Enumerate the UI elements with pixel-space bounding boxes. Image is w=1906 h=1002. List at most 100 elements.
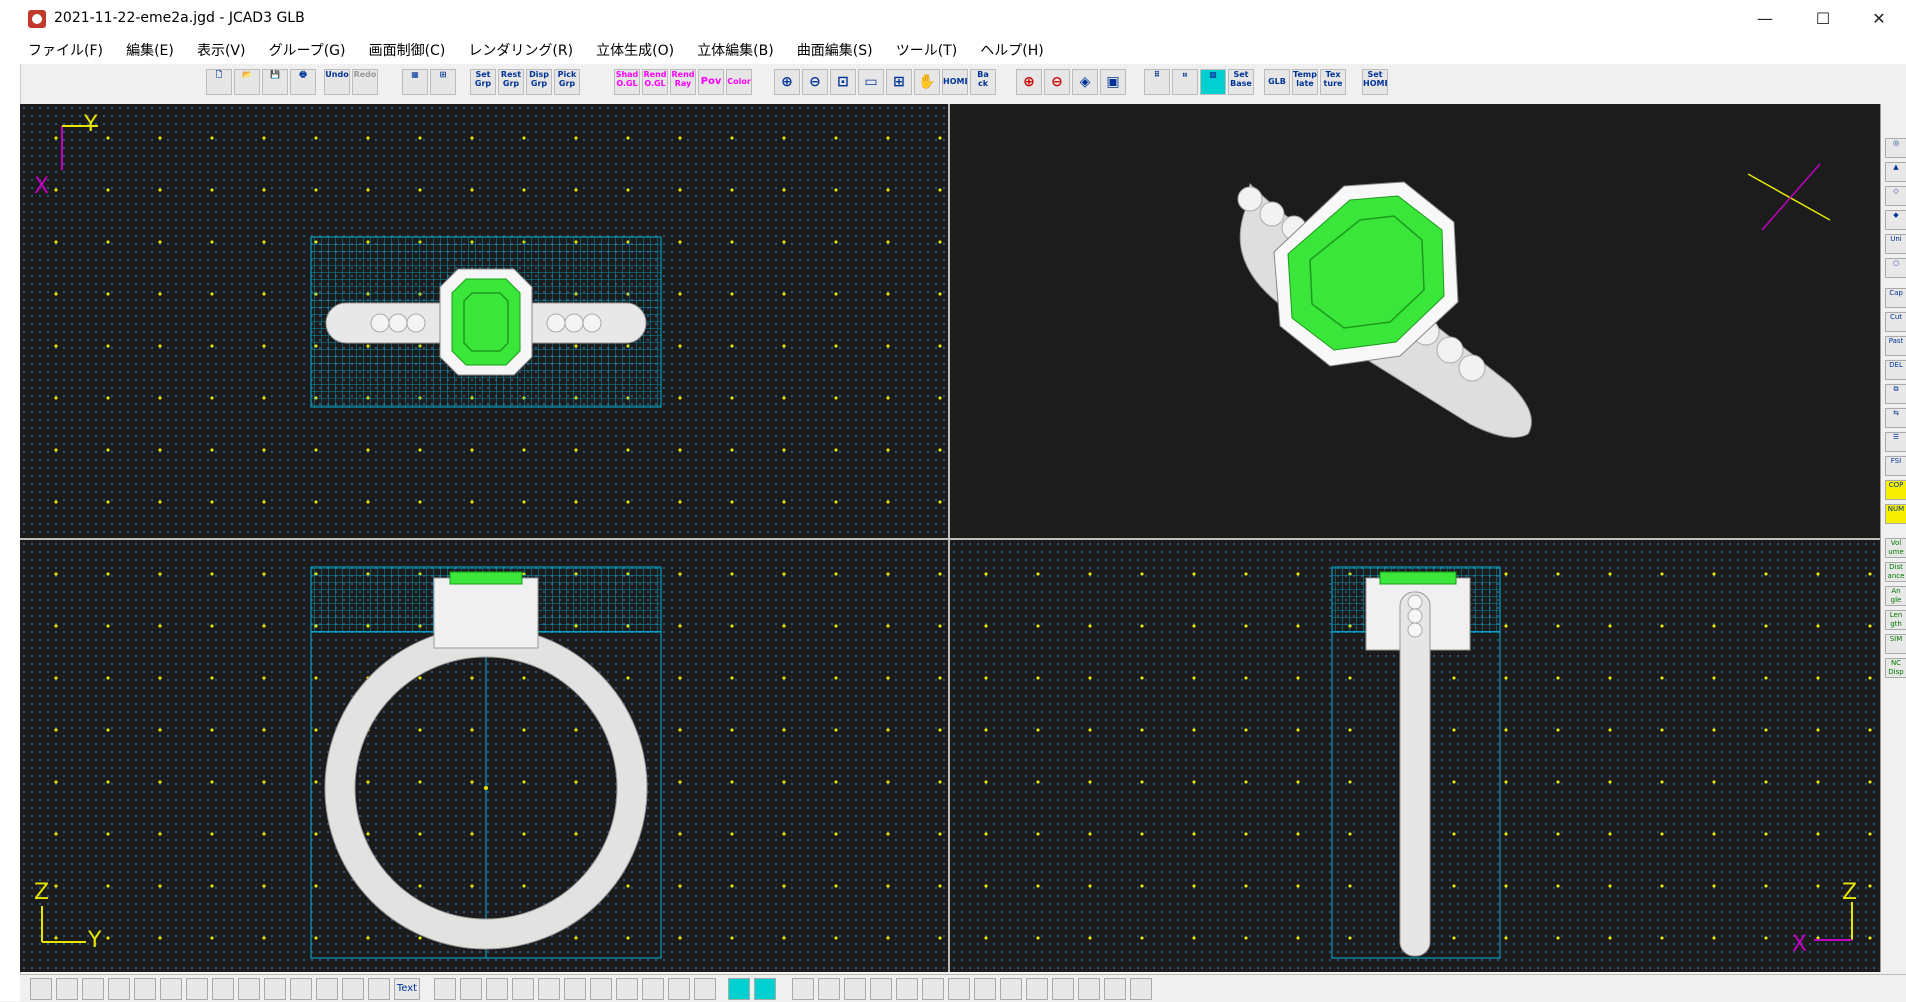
bb-loft-icon[interactable]	[538, 978, 560, 1000]
print-icon[interactable]: 🖶	[290, 69, 316, 95]
minimize-button[interactable]: —	[1742, 4, 1788, 34]
rb-num-button[interactable]: NUM	[1885, 504, 1906, 524]
menu-screen-control[interactable]: 画面制御(C)	[361, 38, 456, 64]
undo-button[interactable]: Undo	[324, 69, 350, 95]
rb-union-button[interactable]: Uni	[1885, 234, 1906, 254]
viewport-side[interactable]: Z X	[950, 540, 1880, 972]
bb-rect-create-icon[interactable]	[342, 978, 364, 1000]
rb-capture-button[interactable]: Cap	[1885, 288, 1906, 308]
bb-spline-icon[interactable]	[82, 978, 104, 1000]
bb-measure-icon[interactable]	[1104, 978, 1126, 1000]
menu-help[interactable]: ヘルプ(H)	[972, 38, 1053, 64]
bb-polyline-icon[interactable]	[186, 978, 208, 1000]
rb-angle-button[interactable]: An gle	[1885, 586, 1906, 606]
render-ogl-button[interactable]: Rend O.GL	[642, 69, 668, 95]
rb-cut-button[interactable]: Cut	[1885, 312, 1906, 332]
rb-length-button[interactable]: Len gth	[1885, 610, 1906, 630]
rb-render-icon[interactable]: ◎	[1885, 138, 1906, 158]
bb-stone-row-icon[interactable]	[1052, 978, 1074, 1000]
open-folder-icon[interactable]: 📂	[234, 69, 260, 95]
menu-tools[interactable]: ツール(T)	[888, 38, 967, 64]
rb-diamond-icon[interactable]: ◇	[1885, 186, 1906, 206]
menu-edit[interactable]: 編集(E)	[118, 38, 184, 64]
pov-button[interactable]: Pov	[698, 69, 724, 95]
menu-group[interactable]: グループ(G)	[261, 38, 356, 64]
bb-extrude-icon[interactable]	[460, 978, 482, 1000]
back-view-button[interactable]: Ba ck	[970, 69, 996, 95]
bb-profile-icon[interactable]	[948, 978, 970, 1000]
bb-band-icon[interactable]	[974, 978, 996, 1000]
new-file-icon[interactable]: 🗋	[206, 69, 232, 95]
bb-offset-icon[interactable]	[238, 978, 260, 1000]
viewport-top[interactable]: Y X	[20, 104, 948, 538]
bb-sweep-icon[interactable]	[512, 978, 534, 1000]
bb-dimension-icon[interactable]	[368, 978, 390, 1000]
rb-fsi-button[interactable]: FSI	[1885, 456, 1906, 476]
bb-bezel-icon[interactable]	[870, 978, 892, 1000]
bb-triangle-icon[interactable]	[212, 978, 234, 1000]
close-button[interactable]: ✕	[1856, 4, 1902, 34]
zoom-out-red-icon[interactable]: ⊖	[1044, 69, 1070, 95]
grid-snap-icon[interactable]: ⠶	[1172, 69, 1198, 95]
pan-hand-icon[interactable]: ✋	[914, 69, 940, 95]
texture-button[interactable]: Tex ture	[1320, 69, 1346, 95]
rb-delete-button[interactable]: DEL	[1885, 360, 1906, 380]
bb-ring-size-icon[interactable]	[1130, 978, 1152, 1000]
bb-split-icon[interactable]	[642, 978, 664, 1000]
bb-gem-setting-icon[interactable]	[792, 978, 814, 1000]
rb-gem-icon[interactable]: ◆	[1885, 210, 1906, 230]
viewport-splitter-vertical[interactable]	[948, 104, 950, 972]
zoom-area-icon[interactable]: ⊞	[886, 69, 912, 95]
bb-circle-icon[interactable]	[108, 978, 130, 1000]
menu-file[interactable]: ファイル(F)	[20, 38, 113, 64]
save-icon[interactable]: 💾	[262, 69, 288, 95]
viewport-perspective[interactable]	[950, 104, 1880, 538]
grid-split-icon[interactable]: ⊞	[430, 69, 456, 95]
frame-icon[interactable]: ▣	[1100, 69, 1126, 95]
menu-view[interactable]: 表示(V)	[189, 38, 256, 64]
bb-trim-icon[interactable]	[264, 978, 286, 1000]
bb-array-icon[interactable]	[616, 978, 638, 1000]
bb-shank-icon[interactable]	[922, 978, 944, 1000]
reset-group-button[interactable]: Rest Grp	[498, 69, 524, 95]
bb-wave-icon[interactable]	[290, 978, 312, 1000]
rb-solid-icon[interactable]: ▲	[1885, 162, 1906, 182]
home-view-button[interactable]: HOME	[942, 69, 968, 95]
bb-gallery-icon[interactable]	[896, 978, 918, 1000]
bb-channel-icon[interactable]	[844, 978, 866, 1000]
bb-blend-icon[interactable]	[668, 978, 690, 1000]
rb-cop-button[interactable]: COP	[1885, 480, 1906, 500]
zoom-out-icon[interactable]: ⊖	[802, 69, 828, 95]
grid-table-icon[interactable]: ▦	[402, 69, 428, 95]
maximize-button[interactable]: ☐	[1800, 4, 1846, 34]
template-button[interactable]: Temp late	[1292, 69, 1318, 95]
rb-paste-button[interactable]: Past	[1885, 336, 1906, 356]
bb-line-icon[interactable]	[160, 978, 182, 1000]
rb-sim-button[interactable]: SIM	[1885, 634, 1906, 654]
rb-ring-icon[interactable]: ○	[1885, 258, 1906, 278]
rb-align-icon[interactable]: ☰	[1885, 432, 1906, 452]
bb-bridge-icon[interactable]	[694, 978, 716, 1000]
bb-rect-icon[interactable]	[134, 978, 156, 1000]
render-ray-button[interactable]: Rend Ray	[670, 69, 696, 95]
pick-group-button[interactable]: Pick Grp	[554, 69, 580, 95]
bb-fillet-icon[interactable]	[590, 978, 612, 1000]
bb-dots-icon[interactable]	[1026, 978, 1048, 1000]
bb-revolve-icon[interactable]	[486, 978, 508, 1000]
rb-distance-button[interactable]: Dist ance	[1885, 562, 1906, 582]
set-home-button[interactable]: Set HOME	[1362, 69, 1388, 95]
perspective-icon[interactable]: ◈	[1072, 69, 1098, 95]
bb-arc-icon[interactable]	[56, 978, 78, 1000]
glb-button[interactable]: GLB	[1264, 69, 1290, 95]
zoom-in-red-icon[interactable]: ⊕	[1016, 69, 1042, 95]
zoom-in-icon[interactable]: ⊕	[774, 69, 800, 95]
menu-solid-edit[interactable]: 立体編集(B)	[689, 38, 784, 64]
color-button[interactable]: Color	[726, 69, 752, 95]
redo-button[interactable]: Redo	[352, 69, 378, 95]
menu-rendering[interactable]: レンダリング(R)	[460, 38, 583, 64]
bb-shell-icon[interactable]	[564, 978, 586, 1000]
rb-nc-disp-button[interactable]: NC Disp	[1885, 658, 1906, 678]
bb-tension-icon[interactable]	[754, 978, 776, 1000]
bb-text-button[interactable]: Text	[394, 978, 420, 1000]
bb-spring-icon[interactable]	[316, 978, 338, 1000]
